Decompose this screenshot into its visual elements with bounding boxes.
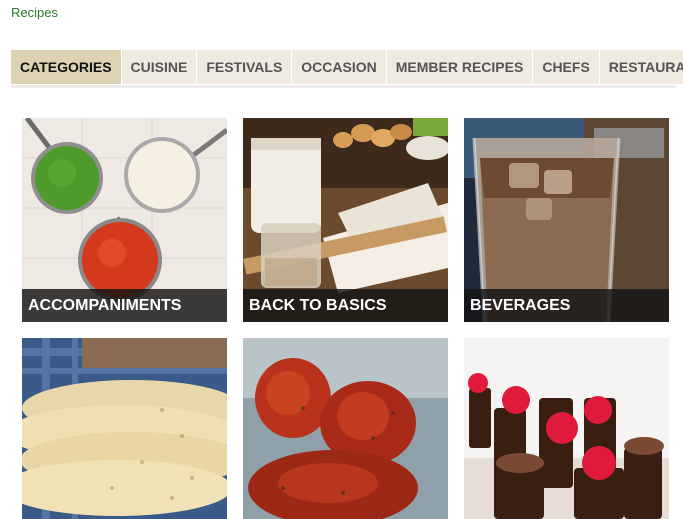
tab-cuisine[interactable]: CUISINE bbox=[121, 50, 197, 84]
breadcrumb[interactable]: Recipes bbox=[11, 5, 58, 20]
flatbreads-image bbox=[22, 338, 227, 519]
category-label: BEVERAGES bbox=[464, 289, 669, 322]
tab-divider bbox=[11, 85, 676, 88]
category-tabs: CATEGORIES CUISINE FESTIVALS OCCASION ME… bbox=[11, 50, 683, 84]
tandoori-chicken-image bbox=[243, 338, 448, 519]
category-card-back-to-basics[interactable]: BACK TO BASICS bbox=[243, 118, 448, 322]
category-label: BACK TO BASICS bbox=[243, 289, 448, 322]
category-card-accompaniments[interactable]: ACCOMPANIMENTS bbox=[22, 118, 227, 322]
raspberry-chocolate-cups-image bbox=[464, 338, 669, 519]
tab-categories[interactable]: CATEGORIES bbox=[11, 50, 121, 84]
category-card-6[interactable] bbox=[464, 338, 669, 519]
category-label: ACCOMPANIMENTS bbox=[22, 289, 227, 322]
tab-chefs[interactable]: CHEFS bbox=[533, 50, 599, 84]
tab-festivals[interactable]: FESTIVALS bbox=[197, 50, 292, 84]
category-card-beverages[interactable]: BEVERAGES bbox=[464, 118, 669, 322]
category-card-5[interactable] bbox=[243, 338, 448, 519]
tab-restaurant[interactable]: RESTAURANT bbox=[599, 50, 683, 84]
tab-member-recipes[interactable]: MEMBER RECIPES bbox=[386, 50, 533, 84]
tab-occasion[interactable]: OCCASION bbox=[292, 50, 386, 84]
category-card-4[interactable] bbox=[22, 338, 227, 519]
